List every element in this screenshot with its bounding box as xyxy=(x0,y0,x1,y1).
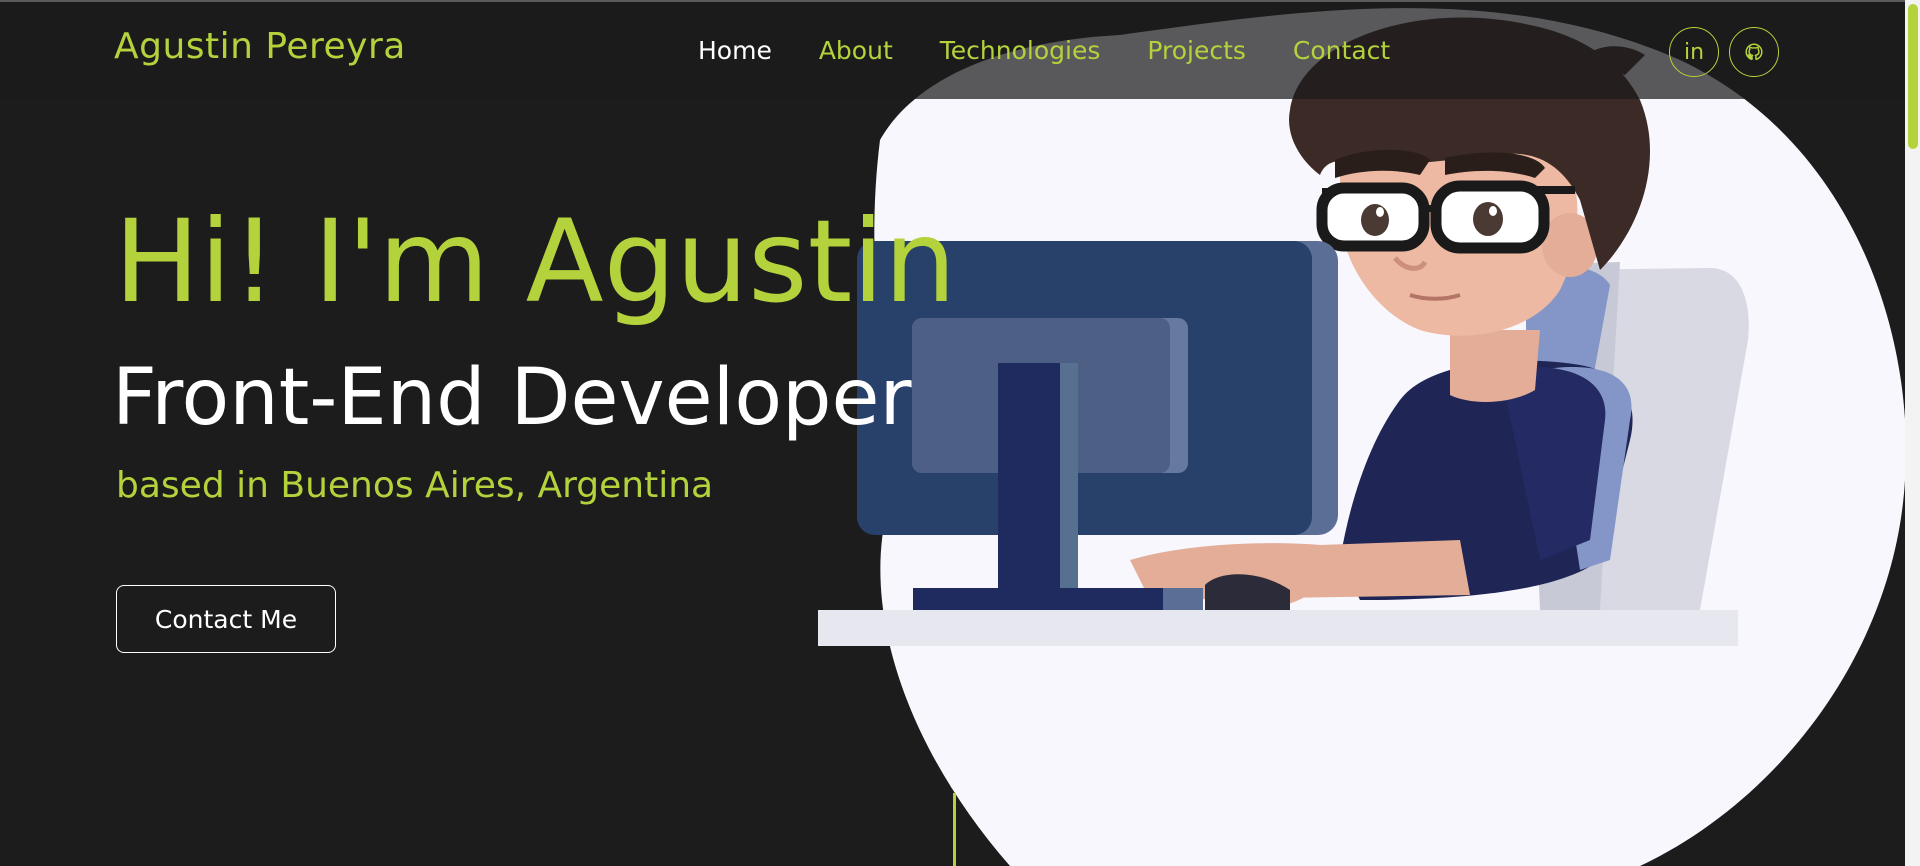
scrollbar-thumb[interactable] xyxy=(1908,4,1918,149)
hero-role: Front-End Developer xyxy=(112,353,912,443)
nav-contact[interactable]: Contact xyxy=(1293,36,1390,65)
scrollbar[interactable] xyxy=(1905,0,1920,866)
social-links: in xyxy=(1669,27,1779,77)
linkedin-button[interactable]: in xyxy=(1669,27,1719,77)
hero-greeting: Hi! I'm Agustin xyxy=(114,195,957,328)
hero-location: based in Buenos Aires, Argentina xyxy=(116,465,714,506)
neck xyxy=(1450,330,1540,402)
github-icon xyxy=(1745,43,1763,61)
linkedin-icon: in xyxy=(1683,39,1705,65)
contact-me-button[interactable]: Contact Me xyxy=(116,585,336,653)
window-top-border xyxy=(0,0,1920,2)
github-button[interactable] xyxy=(1729,27,1779,77)
page: Agustin Pereyra Home About Technologies … xyxy=(0,0,1920,866)
scroll-indicator-line xyxy=(953,793,956,866)
nav-home[interactable]: Home xyxy=(698,36,772,65)
desk xyxy=(818,610,1738,646)
main-nav: Home About Technologies Projects Contact xyxy=(698,36,1437,65)
nav-technologies[interactable]: Technologies xyxy=(940,36,1101,65)
nav-projects[interactable]: Projects xyxy=(1147,36,1246,65)
nav-about[interactable]: About xyxy=(819,36,893,65)
navbar: Agustin Pereyra Home About Technologies … xyxy=(0,2,1905,99)
brand-logo[interactable]: Agustin Pereyra xyxy=(114,26,406,67)
